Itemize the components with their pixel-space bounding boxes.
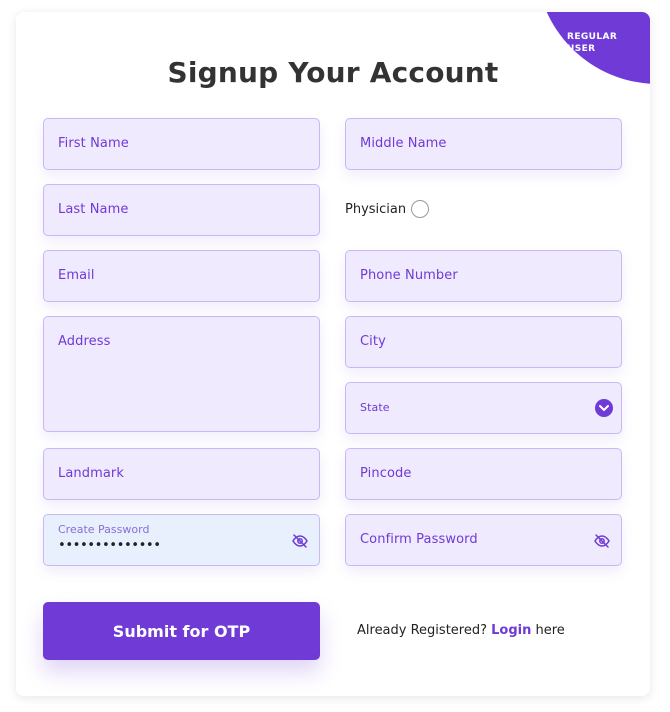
login-link[interactable]: Login [491, 623, 531, 638]
chevron-down-icon [595, 399, 613, 417]
state-select[interactable]: State [345, 382, 622, 434]
address-field[interactable]: Address [43, 316, 320, 432]
eye-off-icon[interactable] [291, 532, 309, 550]
page-title: Signup Your Account [167, 56, 499, 89]
email-placeholder: Email [58, 268, 95, 283]
confirm-password-placeholder: Confirm Password [360, 532, 478, 547]
login-prompt: Already Registered? Login here [357, 623, 565, 638]
create-password-label: Create Password [58, 523, 150, 536]
already-registered-text: Already Registered? [357, 623, 487, 638]
physician-label: Physician [345, 202, 407, 217]
email-field[interactable]: Email [43, 250, 320, 302]
phone-number-placeholder: Phone Number [360, 268, 458, 283]
landmark-placeholder: Landmark [58, 466, 125, 481]
eye-off-icon[interactable] [593, 532, 611, 550]
city-placeholder: City [360, 334, 386, 349]
pincode-placeholder: Pincode [360, 466, 412, 481]
first-name-placeholder: First Name [58, 136, 129, 151]
confirm-password-field[interactable]: Confirm Password [345, 514, 622, 566]
here-text: here [535, 623, 565, 638]
create-password-value: •••••••••••••• [58, 538, 161, 553]
physician-radio[interactable] [411, 200, 429, 218]
first-name-field[interactable]: First Name [43, 118, 320, 170]
pincode-field[interactable]: Pincode [345, 448, 622, 500]
submit-otp-button[interactable]: Submit for OTP [43, 602, 320, 660]
phone-number-field[interactable]: Phone Number [345, 250, 622, 302]
landmark-field[interactable]: Landmark [43, 448, 320, 500]
last-name-placeholder: Last Name [58, 202, 129, 217]
signup-card: REGULAR USER Signup Your Account First N… [16, 12, 650, 696]
middle-name-field[interactable]: Middle Name [345, 118, 622, 170]
state-placeholder: State [360, 401, 390, 414]
create-password-field[interactable]: Create Password •••••••••••••• [43, 514, 320, 566]
regular-user-label: REGULAR USER [567, 32, 618, 54]
address-placeholder: Address [58, 334, 111, 349]
middle-name-placeholder: Middle Name [360, 136, 447, 151]
city-field[interactable]: City [345, 316, 622, 368]
last-name-field[interactable]: Last Name [43, 184, 320, 236]
